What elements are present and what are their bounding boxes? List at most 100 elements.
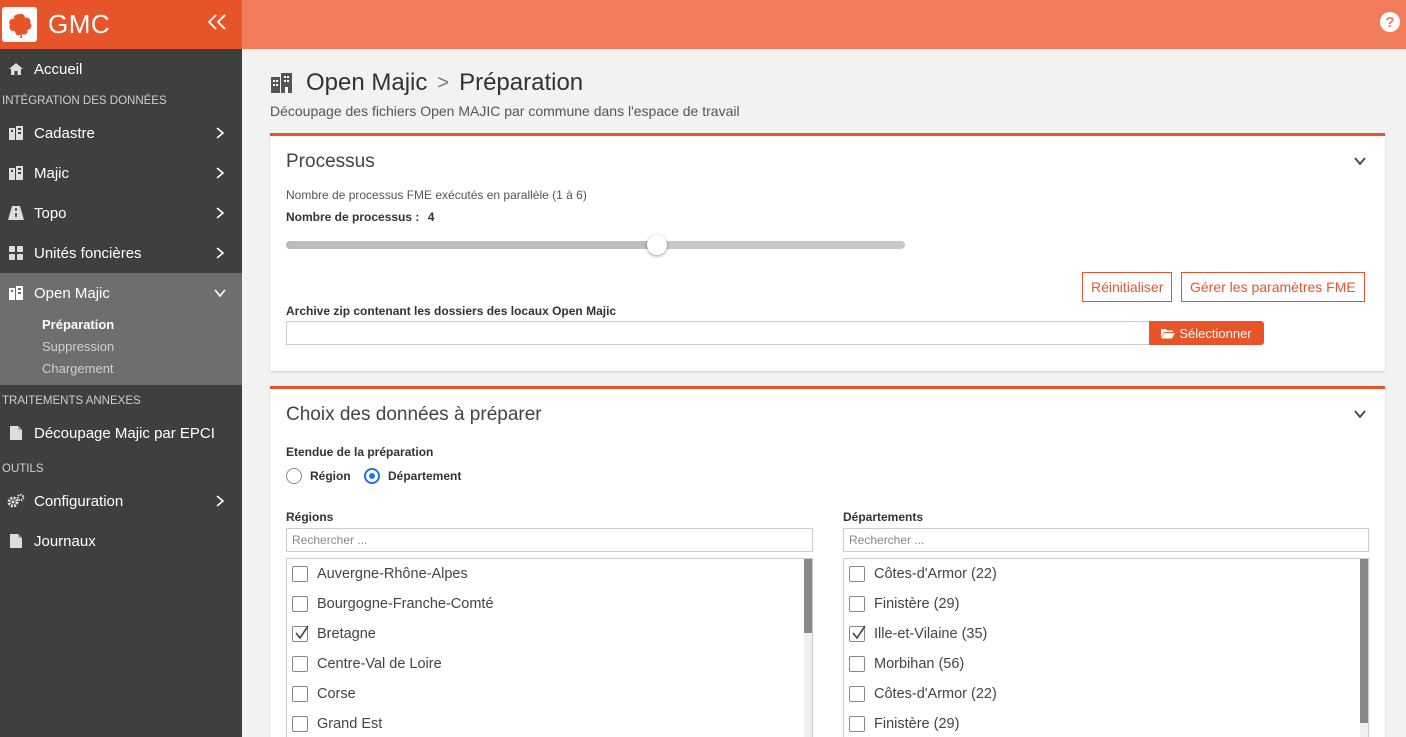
checkbox[interactable] [849, 716, 865, 732]
slider-fill [286, 241, 657, 249]
sidebar-item-label: Open Majic [34, 284, 110, 302]
list-item-label: Ille-et-Vilaine (35) [874, 626, 988, 642]
breadcrumb-separator: > [437, 71, 450, 94]
list-item[interactable]: Finistère (29) [844, 709, 1368, 737]
select-file-button[interactable]: Sélectionner [1149, 321, 1264, 345]
scrollbar-thumb[interactable] [804, 559, 812, 633]
sidebar-item-open-majic[interactable]: Open Majic [0, 273, 242, 313]
choix-title: Choix des données à préparer [286, 404, 542, 425]
archive-file-input[interactable] [286, 321, 1150, 345]
building-icon [270, 72, 294, 94]
radio-region[interactable] [286, 468, 302, 484]
checkbox[interactable] [292, 566, 308, 582]
help-icon[interactable]: ? [1380, 12, 1400, 32]
section-integration: INTÉGRATION DES DONNÉES [2, 95, 167, 107]
list-item[interactable]: Côtes-d'Armor (22) [844, 559, 1368, 589]
sidebar-item-cadastre[interactable]: Cadastre [0, 113, 242, 153]
checkbox[interactable] [292, 656, 308, 672]
regions-search-input[interactable] [286, 528, 813, 552]
choix-card: Choix des données à préparer Etendue de … [270, 386, 1385, 737]
logo-icon[interactable] [2, 7, 37, 42]
file-icon [7, 424, 25, 442]
checkbox[interactable] [849, 596, 865, 612]
sidebar-item-label: Unités foncières [34, 244, 142, 262]
checkbox[interactable] [849, 656, 865, 672]
collapse-sidebar-icon[interactable] [204, 12, 230, 38]
list-item-label: Corse [317, 686, 356, 702]
open-majic-subnav: Préparation Suppression Chargement [0, 313, 242, 385]
top-bar: ? [242, 0, 1406, 49]
page-header: Open Majic > Préparation Découpage des f… [270, 69, 740, 119]
select-button-label: Sélectionner [1179, 325, 1252, 341]
gears-icon [7, 492, 25, 510]
processus-count: Nombre de processus : 4 [286, 210, 434, 224]
list-item-label: Finistère (29) [874, 596, 960, 612]
processus-card: Processus Nombre de processus FME exécut… [270, 133, 1385, 371]
section-traitements: TRAITEMENTS ANNEXES [2, 395, 141, 407]
radio-departement-label: Département [388, 469, 462, 483]
building-icon [7, 124, 25, 142]
radio-departement[interactable] [364, 468, 380, 484]
list-item-label: Bourgogne-Franche-Comté [317, 596, 494, 612]
checkbox[interactable] [292, 596, 308, 612]
list-item[interactable]: Bourgogne-Franche-Comté [287, 589, 812, 619]
etendue-label: Etendue de la préparation [286, 445, 434, 459]
breadcrumb-current: Préparation [459, 69, 584, 96]
sidebar-item-configuration[interactable]: Configuration [0, 481, 242, 521]
list-item-label: Centre-Val de Loire [317, 656, 442, 672]
slider-thumb[interactable] [647, 235, 667, 255]
list-item[interactable]: Grand Est [287, 709, 812, 737]
grid-icon [7, 244, 25, 262]
list-item[interactable]: Auvergne-Rhône-Alpes [287, 559, 812, 589]
departements-search-input[interactable] [843, 528, 1369, 552]
building-icon [7, 284, 25, 302]
building-icon [7, 164, 25, 182]
processus-slider[interactable] [286, 235, 905, 255]
section-outils: OUTILS [2, 463, 44, 475]
list-item[interactable]: Bretagne [287, 619, 812, 649]
reset-button[interactable]: Réinitialiser [1082, 272, 1173, 302]
fme-settings-button[interactable]: Gérer les paramètres FME [1181, 272, 1365, 302]
sidebar-item-unites-foncieres[interactable]: Unités foncières [0, 233, 242, 273]
chevron-down-icon[interactable] [1353, 154, 1367, 168]
checkbox[interactable] [292, 716, 308, 732]
list-item[interactable]: Morbihan (56) [844, 649, 1368, 679]
sidebar-item-label: Cadastre [34, 124, 95, 142]
sidebar-item-label: Accueil [34, 60, 83, 78]
sidebar-subitem-suppression[interactable]: Suppression [0, 335, 242, 357]
sidebar-item-majic[interactable]: Majic [0, 153, 242, 193]
sidebar-subitem-preparation[interactable]: Préparation [0, 313, 242, 335]
list-item[interactable]: Ille-et-Vilaine (35) [844, 619, 1368, 649]
checkbox[interactable] [849, 686, 865, 702]
checkbox[interactable] [292, 686, 308, 702]
breadcrumb-parent[interactable]: Open Majic [306, 69, 427, 97]
home-icon [7, 60, 25, 78]
sidebar-item-label: Découpage Majic par EPCI [34, 424, 215, 442]
checkbox[interactable] [849, 566, 865, 582]
list-item[interactable]: Corse [287, 679, 812, 709]
sidebar-item-label: Journaux [34, 532, 96, 550]
chevron-right-icon [216, 207, 225, 219]
checkbox[interactable] [849, 625, 866, 642]
sidebar-subitem-chargement[interactable]: Chargement [0, 357, 242, 379]
file-icon [7, 532, 25, 550]
sidebar-item-journaux[interactable]: Journaux [0, 521, 242, 561]
main-content: Open Majic > Préparation Découpage des f… [242, 49, 1406, 737]
checkbox[interactable] [292, 625, 309, 642]
page-subtitle: Découpage des fichiers Open MAJIC par co… [270, 103, 740, 119]
sidebar-item-label: Majic [34, 164, 70, 182]
processus-count-value: 4 [427, 210, 435, 224]
sidebar-item-accueil[interactable]: Accueil [0, 49, 242, 89]
processus-title: Processus [286, 151, 375, 172]
list-item[interactable]: Centre-Val de Loire [287, 649, 812, 679]
sidebar: GMC Accueil INTÉGRATION DES DONNÉES Cada… [0, 0, 242, 737]
folder-open-icon [1161, 328, 1176, 338]
sidebar-item-topo[interactable]: Topo [0, 193, 242, 233]
regions-list: Auvergne-Rhône-Alpes Bourgogne-Franche-Co… [286, 558, 813, 737]
sidebar-item-decoupage[interactable]: Découpage Majic par EPCI [0, 413, 242, 453]
list-item[interactable]: Côtes-d'Armor (22) [844, 679, 1368, 709]
chevron-down-icon[interactable] [1353, 407, 1367, 421]
list-item[interactable]: Finistère (29) [844, 589, 1368, 619]
list-item-label: Morbihan (56) [874, 656, 965, 672]
scrollbar-thumb[interactable] [1360, 559, 1368, 723]
